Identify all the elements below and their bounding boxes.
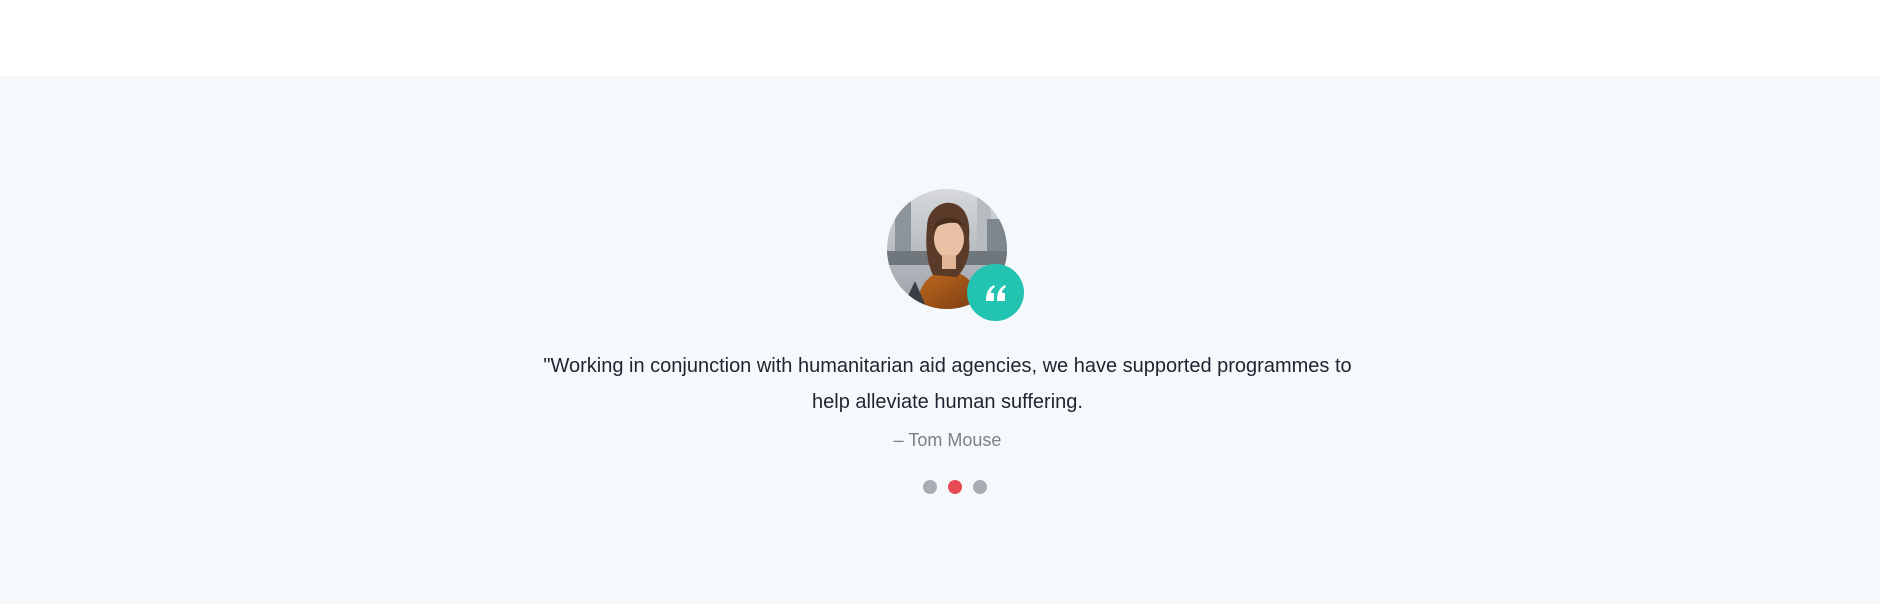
testimonial-author: – Tom Mouse	[893, 430, 1002, 450]
carousel-dot-1[interactable]	[923, 480, 937, 494]
carousel-pagination	[910, 478, 1000, 496]
carousel-dot-2[interactable]	[948, 480, 962, 494]
header-bar	[0, 0, 1880, 76]
carousel-dot-3[interactable]	[973, 480, 987, 494]
testimonial-avatar-group	[887, 189, 1025, 321]
testimonial-quote: "Working in conjunction with humanitaria…	[543, 355, 1352, 413]
quote-badge	[967, 264, 1024, 321]
quote-icon	[985, 284, 1006, 301]
testimonial-section: "Working in conjunction with humanitaria…	[0, 76, 1880, 604]
